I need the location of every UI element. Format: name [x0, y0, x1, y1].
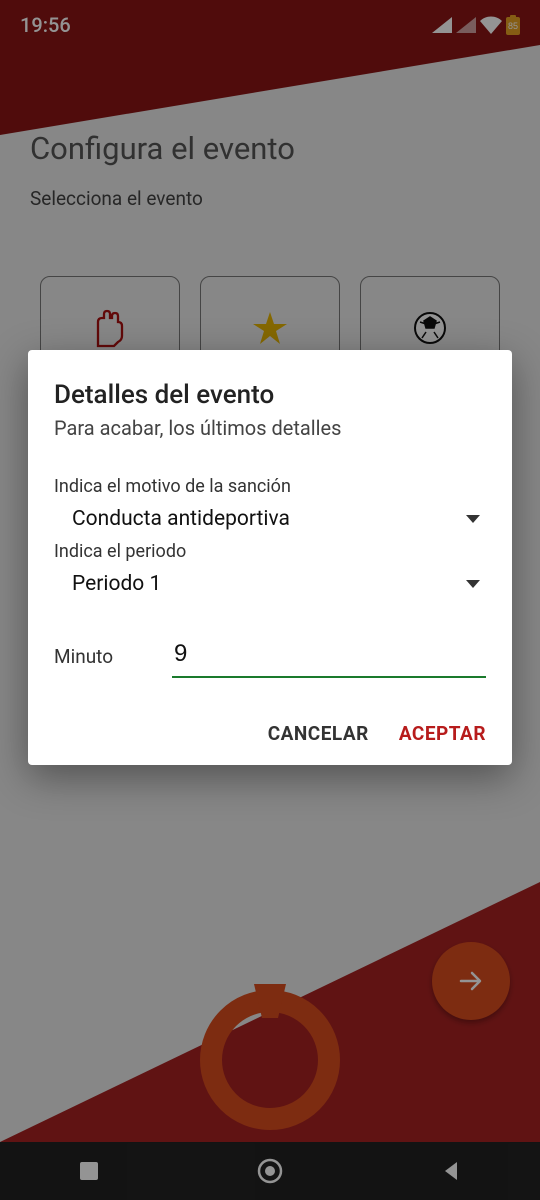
reason-dropdown[interactable]: Conducta antideportiva [54, 497, 486, 537]
chevron-down-icon [466, 515, 480, 523]
event-details-dialog: Detalles del evento Para acabar, los últ… [28, 350, 512, 765]
dialog-subtitle: Para acabar, los últimos detalles [54, 416, 486, 440]
dialog-title: Detalles del evento [54, 380, 486, 410]
period-value: Periodo 1 [72, 572, 161, 596]
cancel-button[interactable]: CANCELAR [268, 722, 369, 745]
chevron-down-icon [466, 580, 480, 588]
accept-button[interactable]: ACEPTAR [399, 722, 486, 745]
period-label: Indica el periodo [54, 541, 486, 562]
reason-label: Indica el motivo de la sanción [54, 476, 486, 497]
reason-value: Conducta antideportiva [72, 507, 290, 531]
minute-input[interactable] [172, 636, 486, 678]
period-dropdown[interactable]: Periodo 1 [54, 562, 486, 602]
minute-label: Minuto [54, 645, 152, 678]
